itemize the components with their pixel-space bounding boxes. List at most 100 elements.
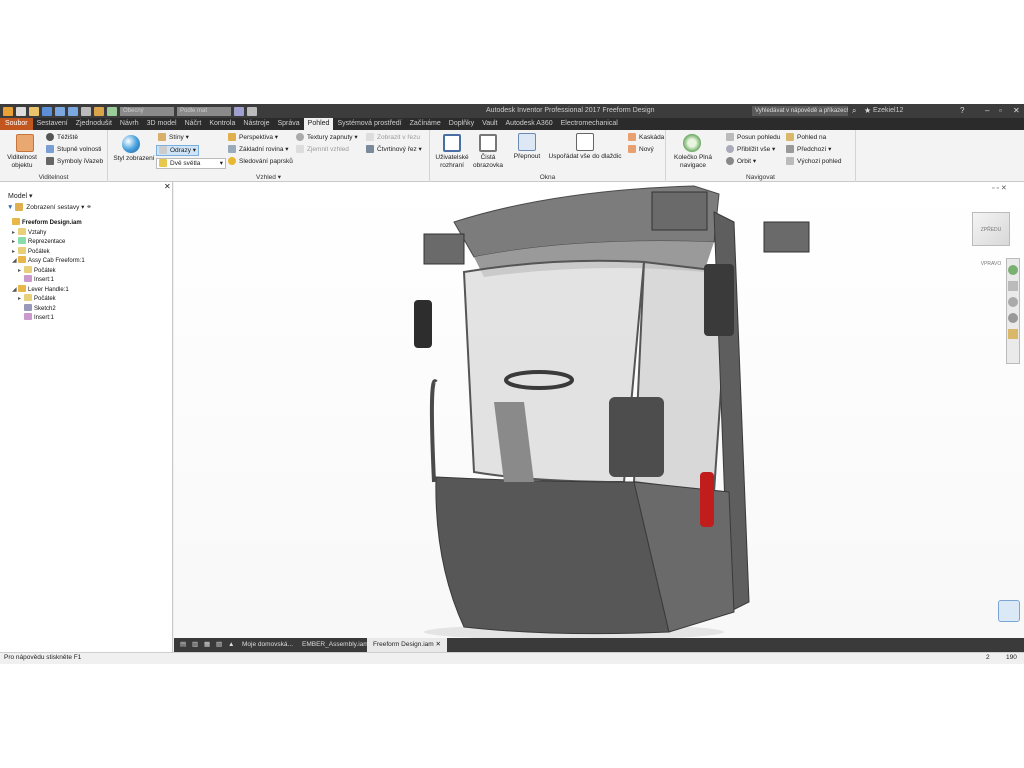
browser-view-dropdown[interactable]: ▼ Zobrazení sestavy ▾ ⚭ <box>7 203 92 212</box>
object-visibility-icon[interactable] <box>16 134 34 152</box>
visual-style-button[interactable]: Styl zobrazení <box>110 155 158 163</box>
favorites-icon[interactable]: ★ <box>864 106 871 116</box>
smooth-appearance-button[interactable]: Zjemnit vzhled <box>296 145 349 154</box>
center-of-gravity-button[interactable]: Těžiště <box>46 133 78 142</box>
minimize-icon[interactable]: – <box>985 106 989 116</box>
tab-5[interactable]: Náčrt <box>181 118 206 130</box>
zoom-all-button[interactable]: Přiblížit vše ▾ <box>726 145 775 154</box>
viewcube[interactable]: ZPŘEDU VPRAVO <box>972 212 1010 267</box>
tile-all-icon[interactable] <box>576 133 594 151</box>
tab-7[interactable]: Nástroje <box>239 118 273 130</box>
new-file-icon[interactable] <box>16 106 26 116</box>
tree-node[interactable]: Insert:1 <box>18 275 54 284</box>
tab-14[interactable]: Autodesk A360 <box>502 118 557 130</box>
binoculars-icon[interactable]: ⚭ <box>86 204 91 211</box>
constraint-symbols-button[interactable]: Symboly iVazeb <box>46 157 103 166</box>
tree-node[interactable]: ▸ Vztahy <box>12 227 46 237</box>
ground-plane-button[interactable]: Základní rovina ▾ <box>228 145 289 154</box>
switch-window-icon[interactable] <box>518 133 536 151</box>
help-search-input[interactable]: Vyhledávat v nápovědě a příkazech <box>752 106 848 116</box>
close-tab-icon[interactable]: ✕ <box>436 641 441 648</box>
switch-window-button[interactable]: Přepnout <box>508 153 546 161</box>
object-visibility-button[interactable]: Viditelnost objektu <box>4 154 40 170</box>
ray-tracing-button[interactable]: Sledování paprsků <box>228 157 293 166</box>
tab-3[interactable]: Návrh <box>116 118 143 130</box>
tree-node[interactable]: ▸ Počátek <box>12 246 50 256</box>
tab-8[interactable]: Správa <box>273 118 303 130</box>
doc-tab-freeform[interactable]: Freeform Design.iam ✕ <box>367 638 447 652</box>
shadows-button[interactable]: Stíny ▾ <box>158 133 189 142</box>
tree-node[interactable]: Sketch2 <box>18 303 56 313</box>
tab-15[interactable]: Electromechanical <box>557 118 622 130</box>
tree-node[interactable]: Freeform Design.iam <box>6 218 82 227</box>
search-icon[interactable]: ⌕ <box>852 106 856 116</box>
tab-4[interactable]: 3D model <box>143 118 181 130</box>
fx-icon[interactable] <box>234 106 244 116</box>
cube-gallery-icon[interactable] <box>998 600 1020 622</box>
appearance-dropdown[interactable]: Podle mat <box>177 106 231 116</box>
clean-screen-icon[interactable] <box>479 134 497 152</box>
tree-node[interactable]: Insert:1 <box>18 313 54 322</box>
home-view-button[interactable]: Výchozí pohled <box>786 157 841 166</box>
update-icon[interactable] <box>94 106 104 116</box>
viewport-top-icons[interactable]: ▫ ▫ ✕ <box>992 184 1007 192</box>
orbit-button[interactable]: Orbit ▾ <box>726 157 756 166</box>
undo-icon[interactable] <box>55 106 65 116</box>
show-section-button[interactable]: Zobrazit v řezu <box>366 133 420 142</box>
tree-node[interactable]: ▸ Reprezentace <box>12 237 65 246</box>
clean-screen-button[interactable]: Čistá obrazovka <box>468 154 508 170</box>
maximize-icon[interactable]: ▫ <box>999 106 1002 116</box>
doc-tab-home[interactable]: Moje domovská... <box>236 638 299 652</box>
user-interface-button[interactable]: Uživatelské rozhraní <box>432 154 472 170</box>
degrees-of-freedom-button[interactable]: Stupně volnosti <box>46 145 101 154</box>
tab-0[interactable]: Soubor <box>0 118 33 130</box>
nav-look-at-icon[interactable] <box>1008 329 1018 339</box>
home-icon[interactable] <box>81 106 91 116</box>
redo-icon[interactable] <box>68 106 78 116</box>
tree-node[interactable]: ▸ Počátek <box>18 294 56 303</box>
open-file-icon[interactable] <box>29 106 39 116</box>
cascade-button[interactable]: Kaskáda <box>628 133 664 142</box>
browser-close-icon[interactable]: ✕ <box>164 182 171 191</box>
visual-style-icon[interactable] <box>122 135 140 153</box>
lighting-dropdown[interactable]: Dvě světla ▾ <box>156 158 226 169</box>
nav-orbit-icon[interactable] <box>1008 313 1018 323</box>
nav-pan-icon[interactable] <box>1008 281 1018 291</box>
app-menu-icon[interactable] <box>3 106 13 116</box>
close-icon[interactable]: ✕ <box>1013 106 1020 116</box>
tree-node[interactable]: ◢ Assy Cab Freeform:1 <box>12 256 85 265</box>
tab-13[interactable]: Vault <box>478 118 501 130</box>
tree-node[interactable]: ◢ Lever Handle:1 <box>12 284 69 294</box>
user-account[interactable]: Ezekiel12 <box>873 107 903 114</box>
steering-wheel-icon[interactable] <box>683 134 701 152</box>
new-window-button[interactable]: Nový <box>628 145 654 154</box>
tile-all-button[interactable]: Uspořádat vše do dlaždic <box>546 153 624 161</box>
perspective-button[interactable]: Perspektiva ▾ <box>228 133 278 142</box>
save-icon[interactable] <box>42 106 52 116</box>
tab-9[interactable]: Pohled <box>303 118 334 130</box>
previous-view-button[interactable]: Předchozí ▾ <box>786 145 831 154</box>
cab-model-view[interactable] <box>174 182 1024 638</box>
tab-2[interactable]: Zjednodušit <box>72 118 116 130</box>
reflections-button[interactable]: Odrazy ▾ <box>156 145 200 156</box>
adjust-icon[interactable] <box>247 106 257 116</box>
material-dropdown[interactable]: Obecný <box>120 106 174 116</box>
tab-1[interactable]: Sestavení <box>33 118 72 130</box>
look-at-button[interactable]: Pohled na <box>786 133 826 142</box>
select-icon[interactable] <box>107 106 117 116</box>
filter-icon[interactable]: ▼ <box>7 204 13 211</box>
tree-node[interactable]: ▸ Počátek <box>18 265 56 275</box>
nav-wheel-icon[interactable] <box>1008 265 1018 275</box>
doc-tab-ember[interactable]: EMBER_Assembly.iam <box>296 638 375 652</box>
help-icon[interactable]: ? <box>960 106 964 116</box>
nav-zoom-icon[interactable] <box>1008 297 1018 307</box>
tab-6[interactable]: Kontrola <box>205 118 239 130</box>
full-navigation-wheel-button[interactable]: Kolečko Plná navigace <box>668 154 718 170</box>
tab-12[interactable]: Doplňky <box>445 118 478 130</box>
graphics-viewport[interactable]: ZPŘEDU VPRAVO ▫ ▫ ✕ <box>174 182 1024 638</box>
tab-10[interactable]: Systémová prostředí <box>333 118 405 130</box>
pan-button[interactable]: Posun pohledu <box>726 133 780 142</box>
browser-header[interactable]: Model ▾ <box>8 192 33 201</box>
quarter-section-button[interactable]: Čtvrtinový řez ▾ <box>366 145 422 154</box>
tab-11[interactable]: Začínáme <box>406 118 445 130</box>
